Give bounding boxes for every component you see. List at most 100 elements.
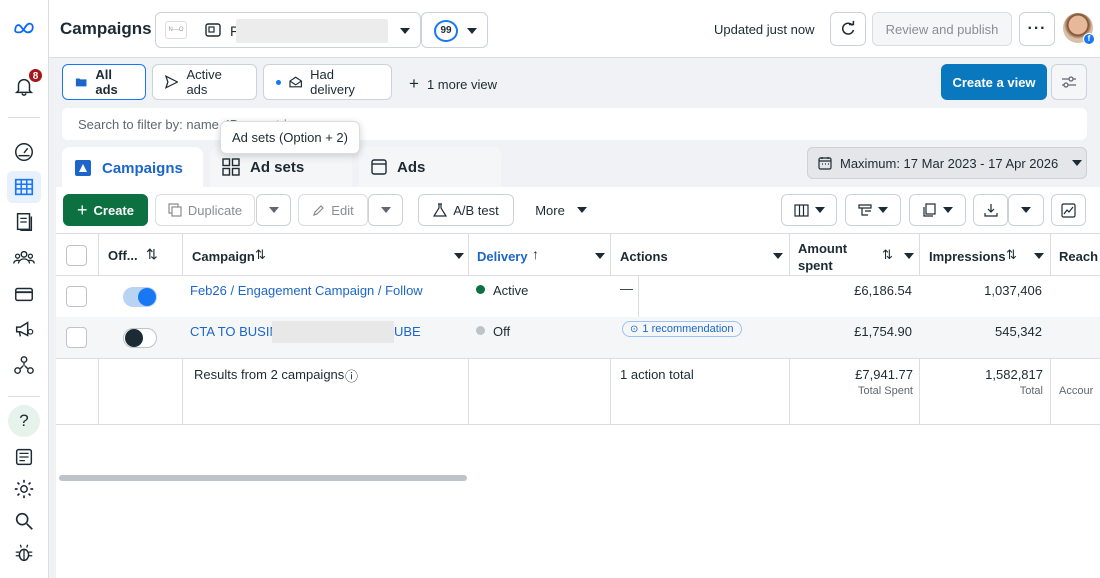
- reports-button[interactable]: [909, 194, 966, 226]
- tab-tooltip: Ad sets (Option + 2): [220, 121, 360, 154]
- export-button[interactable]: [973, 194, 1008, 226]
- create-label: Create: [93, 202, 134, 218]
- view-had-delivery[interactable]: Had delivery: [263, 64, 392, 100]
- left-nav-rail: 8 ?: [0, 0, 49, 578]
- reports-news-icon[interactable]: [10, 443, 38, 471]
- row-checkbox[interactable]: [66, 286, 87, 307]
- header-impressions[interactable]: Impressions: [929, 249, 1006, 264]
- header-amount-spent[interactable]: Amount: [798, 241, 847, 256]
- campaign-name-link-end[interactable]: UBE: [394, 324, 421, 339]
- more-actions-button[interactable]: More: [526, 194, 596, 226]
- opportunity-score-button[interactable]: 99: [421, 12, 488, 48]
- search-filter-bar[interactable]: Search to filter by: name, ID or metrics: [62, 108, 1087, 140]
- recommendation-badge[interactable]: ⊙ 1 recommendation: [622, 321, 742, 337]
- select-all-checkbox[interactable]: [66, 245, 87, 266]
- campaign-name-link[interactable]: Feb26 / Engagement Campaign / Follow: [190, 283, 423, 298]
- edit-button[interactable]: Edit: [298, 194, 368, 226]
- tab-label: Ad sets: [250, 158, 305, 176]
- breakdown-button[interactable]: [845, 194, 901, 226]
- amount-spent-total: £7,941.77: [855, 367, 913, 382]
- review-and-publish-button[interactable]: Review and publish: [872, 12, 1012, 46]
- header-amount-spent-line2[interactable]: spent: [798, 258, 833, 273]
- avatar[interactable]: f: [1063, 13, 1095, 45]
- view-active-ads[interactable]: Active ads: [152, 64, 257, 100]
- ad-account-selector[interactable]: N—O F: [155, 12, 421, 48]
- header-campaign[interactable]: Campaign: [192, 249, 255, 264]
- chevron-down-icon[interactable]: [1034, 253, 1044, 259]
- chevron-down-icon[interactable]: [773, 253, 783, 259]
- chevron-down-icon[interactable]: [904, 253, 914, 259]
- sort-icon[interactable]: ⇅: [882, 247, 893, 263]
- chevron-down-icon[interactable]: [595, 253, 605, 259]
- header-delivery[interactable]: Delivery: [477, 249, 528, 264]
- more-options-button[interactable]: ···: [1019, 12, 1055, 46]
- sliders-icon: [1062, 76, 1076, 88]
- sort-icon[interactable]: ⇅: [1006, 247, 1017, 263]
- header-actions[interactable]: Actions: [620, 249, 668, 264]
- ab-test-label: A/B test: [453, 202, 499, 218]
- view-label: All ads: [95, 67, 118, 97]
- audiences-people-icon[interactable]: [10, 244, 38, 272]
- campaign-megaphone-icon[interactable]: [10, 315, 38, 343]
- create-button[interactable]: + Create: [63, 194, 148, 226]
- sort-icon[interactable]: ⇅: [255, 247, 266, 263]
- tab-ads[interactable]: Ads: [359, 147, 501, 187]
- pages-stack-icon[interactable]: [10, 208, 38, 236]
- columns-icon: [793, 203, 809, 217]
- sort-icon[interactable]: ⇅: [146, 246, 158, 263]
- impressions-value: 545,342: [995, 324, 1042, 339]
- campaign-toggle-on[interactable]: [123, 287, 157, 307]
- chevron-down-icon: [576, 207, 587, 213]
- edit-label: Edit: [331, 202, 354, 218]
- toggle-knob: [125, 329, 143, 347]
- duplicate-dropdown[interactable]: [256, 194, 291, 226]
- charts-button[interactable]: [1051, 194, 1086, 226]
- row-checkbox[interactable]: [66, 327, 87, 348]
- columns-button[interactable]: [781, 194, 837, 226]
- reach-total-label: Accour: [1059, 385, 1094, 397]
- horizontal-scrollbar[interactable]: [59, 475, 467, 481]
- impressions-total: 1,582,817: [985, 367, 1043, 382]
- export-dropdown[interactable]: [1008, 194, 1044, 226]
- info-icon[interactable]: ⓘ: [345, 366, 358, 385]
- delivery-label: Off: [493, 324, 511, 339]
- tab-campaigns[interactable]: Campaigns: [62, 147, 203, 189]
- plus-icon: +: [77, 200, 88, 220]
- date-range-picker[interactable]: Maximum: 17 Mar 2023 - 17 Apr 2026: [807, 147, 1087, 179]
- settings-gear-icon[interactable]: [10, 475, 38, 503]
- meta-logo-icon[interactable]: [10, 14, 38, 42]
- notifications-bell-icon[interactable]: 8: [10, 68, 43, 100]
- top-header: Campaigns N—O F 99 Updated just now Revi…: [49, 0, 1100, 58]
- dashboard-gauge-icon[interactable]: [10, 138, 38, 166]
- recommendation-label: 1 recommendation: [642, 323, 734, 335]
- create-view-button[interactable]: Create a view: [941, 64, 1047, 100]
- help-question-icon[interactable]: ?: [8, 405, 40, 437]
- bug-report-icon[interactable]: [10, 539, 38, 567]
- campaign-name-link[interactable]: CTA TO BUSIN: [190, 324, 279, 339]
- line-chart-icon: [1061, 202, 1076, 218]
- view-settings-button[interactable]: [1051, 64, 1087, 100]
- header-reach[interactable]: Reach: [1059, 249, 1098, 264]
- billing-card-icon[interactable]: [10, 280, 38, 308]
- refresh-icon: [842, 20, 855, 35]
- sort-ascending-icon[interactable]: ↑: [532, 246, 539, 262]
- ads-manager-table-icon[interactable]: [7, 171, 41, 203]
- more-dots-icon: ···: [1027, 20, 1047, 37]
- business-network-icon[interactable]: [10, 351, 38, 379]
- search-icon[interactable]: [10, 507, 38, 535]
- ab-test-button[interactable]: A/B test: [418, 194, 514, 226]
- status-dot-icon: [476, 326, 485, 335]
- view-label: Had delivery: [310, 67, 355, 97]
- header-off-on[interactable]: Off...: [108, 248, 138, 263]
- chevron-down-icon: [814, 207, 825, 213]
- campaign-toggle-off[interactable]: [123, 328, 157, 348]
- updated-status: Updated just now: [714, 22, 815, 37]
- chevron-down-icon: [1021, 207, 1031, 213]
- more-views-button[interactable]: + 1 more view: [409, 74, 497, 94]
- actions-total: 1 action total: [620, 367, 694, 382]
- refresh-button[interactable]: [830, 12, 866, 46]
- edit-dropdown[interactable]: [368, 194, 403, 226]
- duplicate-button[interactable]: Duplicate: [155, 194, 255, 226]
- chevron-down-icon[interactable]: [454, 253, 464, 259]
- view-all-ads[interactable]: All ads: [62, 64, 146, 100]
